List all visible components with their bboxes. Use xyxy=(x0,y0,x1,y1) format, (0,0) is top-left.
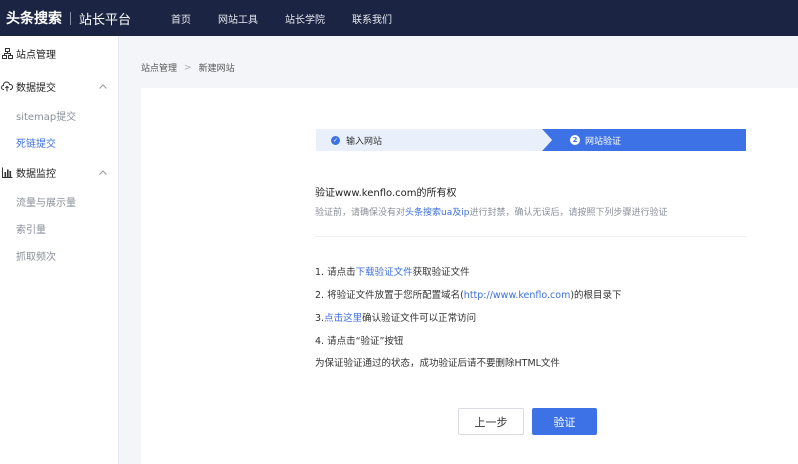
instruction-text: 3. xyxy=(315,313,325,324)
sidebar-item-index[interactable]: 索引量 xyxy=(16,221,46,236)
chevron-up-icon xyxy=(99,167,107,178)
instruction-step-2: 2. 将验证文件放置于您所配置域名(http://www.kenflo.com)… xyxy=(315,287,622,301)
divider xyxy=(315,236,747,237)
instruction-step-1: 1. 请点击下载验证文件获取验证文件 xyxy=(315,264,470,278)
step-input-site: ✓ 输入网站 xyxy=(316,129,552,151)
breadcrumb-current: 新建网站 xyxy=(198,64,235,74)
main-nav: 首页 网站工具 站长学院 联系我们 xyxy=(171,11,419,26)
verify-title: 验证www.kenflo.com的所有权 xyxy=(315,188,457,199)
sidebar-item-label: 站点管理 xyxy=(16,49,56,61)
click-here-link[interactable]: 点击这里 xyxy=(324,313,362,324)
ua-ip-link[interactable]: 头条搜索ua及ip xyxy=(405,208,469,218)
instruction-text: 获取验证文件 xyxy=(412,267,470,278)
brand-subtitle: 站长平台 xyxy=(79,12,132,28)
verify-hint: 验证前，请确保没有对头条搜索ua及ip进行封禁，确认无误后，请按照下列步骤进行验… xyxy=(315,205,667,218)
sidebar-group-data-submit[interactable]: 数据提交 xyxy=(0,75,119,97)
hint-text: 验证前，请确保没有对 xyxy=(315,208,406,218)
sidebar-item-crawl[interactable]: 抓取频次 xyxy=(16,248,56,263)
sidebar-group-label: 数据提交 xyxy=(16,82,56,94)
breadcrumb: 站点管理 > 新建网站 xyxy=(141,61,235,75)
sidebar-item-deadlink-submit[interactable]: 死链提交 xyxy=(16,135,56,150)
nav-item-home[interactable]: 首页 xyxy=(171,11,191,26)
sidebar-group-label: 数据监控 xyxy=(16,168,56,180)
instruction-note: 为保证验证通过的状态，成功验证后请不要删除HTML文件 xyxy=(315,358,560,369)
instruction-step-4: 4. 请点击“验证”按钮 xyxy=(315,336,404,347)
nav-item-site-tools[interactable]: 网站工具 xyxy=(218,11,258,26)
breadcrumb-parent[interactable]: 站点管理 xyxy=(141,61,177,74)
instruction-text: 1. 请点击 xyxy=(315,267,356,278)
sidebar-group-data-monitor[interactable]: 数据监控 xyxy=(0,161,119,183)
sidebar-item-traffic[interactable]: 流量与展示量 xyxy=(16,194,76,209)
brand-divider xyxy=(70,11,71,25)
bar-chart-icon xyxy=(1,166,13,178)
breadcrumb-separator: > xyxy=(184,62,192,73)
step-site-verify: 2 网站验证 xyxy=(542,129,746,151)
step-arrow xyxy=(542,129,552,151)
chevron-up-icon xyxy=(99,81,107,92)
check-circle-icon: ✓ xyxy=(331,135,340,145)
brand-name: 头条搜索 xyxy=(6,11,62,27)
cloud-upload-icon xyxy=(1,80,13,92)
step-number: 2 xyxy=(570,135,580,145)
hint-text: 进行封禁，确认无误后，请按照下列步骤进行验证 xyxy=(469,208,668,218)
prev-step-button[interactable]: 上一步 xyxy=(458,408,524,435)
nav-item-academy[interactable]: 站长学院 xyxy=(285,11,325,26)
download-verify-file-link[interactable]: 下载验证文件 xyxy=(356,267,413,278)
brand-logo[interactable]: 头条搜索 站长平台 xyxy=(0,8,131,28)
instruction-step-3: 3.点击这里确认验证文件可以正常访问 xyxy=(315,310,476,324)
top-navbar: 头条搜索 站长平台 首页 网站工具 站长学院 联系我们 xyxy=(0,0,798,36)
step-label: 网站验证 xyxy=(585,136,622,147)
domain-link[interactable]: http://www.kenflo.com xyxy=(464,290,571,301)
instruction-text: )的根目录下 xyxy=(570,290,622,301)
step-label: 输入网站 xyxy=(346,136,383,147)
instruction-text: 2. 将验证文件放置于您所配置域名( xyxy=(315,290,464,301)
sidebar-item-site-manage[interactable]: 站点管理 xyxy=(0,42,119,64)
step-progress: ✓ 输入网站 2 网站验证 xyxy=(316,129,746,151)
sidebar: 站点管理 数据提交 sitemap提交 死链提交 数据监控 流量与展示量 索引量… xyxy=(0,36,119,464)
nav-item-contact[interactable]: 联系我们 xyxy=(352,11,392,26)
verify-button[interactable]: 验证 xyxy=(532,408,597,435)
sidebar-item-sitemap-submit[interactable]: sitemap提交 xyxy=(16,108,76,123)
instruction-text: 确认验证文件可以正常访问 xyxy=(362,313,477,324)
sitemap-icon xyxy=(1,47,13,59)
